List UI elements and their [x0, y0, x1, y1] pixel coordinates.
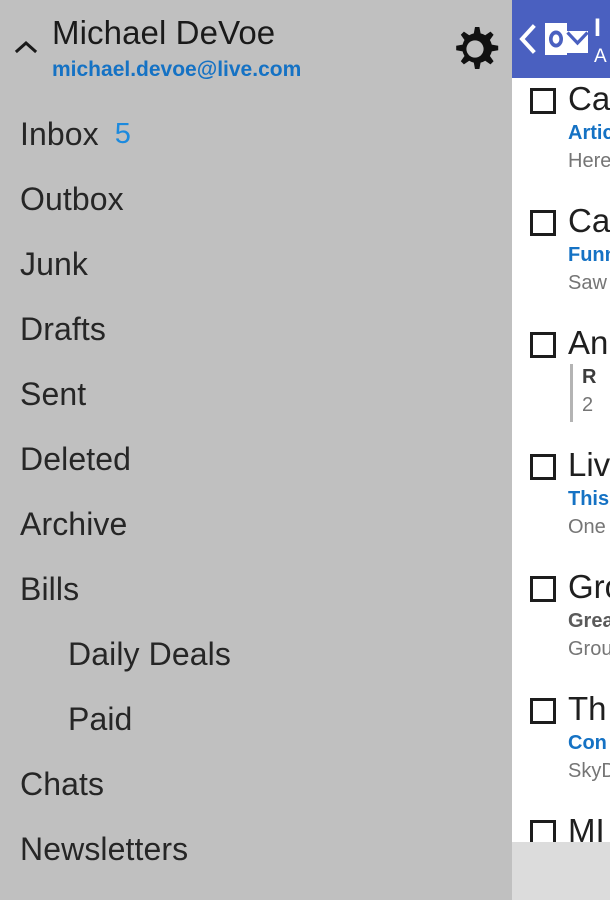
folder-label: Drafts: [20, 311, 106, 347]
list-item[interactable]: Gro Grea Grou: [512, 566, 610, 688]
sidebar-item-bills[interactable]: Bills: [0, 557, 512, 622]
message-subject: This: [568, 488, 610, 510]
message-checkbox[interactable]: [530, 454, 556, 480]
folder-label: Newsletters: [20, 831, 189, 867]
chevron-up-icon[interactable]: [14, 36, 38, 58]
message-preview: Grou: [568, 638, 610, 660]
list-item[interactable]: Liv This One: [512, 444, 610, 566]
message-checkbox[interactable]: [530, 88, 556, 114]
sidebar-item-newsletters[interactable]: Newsletters: [0, 817, 512, 882]
folder-label: Paid: [68, 701, 133, 737]
sidebar-item-junk[interactable]: Junk: [0, 232, 512, 297]
app-screen: Michael DeVoe michael.devoe@live.com Inb…: [0, 0, 610, 900]
folder-label: Deleted: [20, 441, 131, 477]
folder-label: Chats: [20, 766, 105, 802]
list-item[interactable]: Ca Artic Here: [512, 78, 610, 200]
account-header: Michael DeVoe michael.devoe@live.com: [0, 0, 512, 96]
list-item[interactable]: MI: [512, 810, 610, 842]
message-subject: R: [582, 366, 597, 388]
message-list[interactable]: Ca Artic Here Ca Funn Saw An R 2 Liv Th: [512, 78, 610, 842]
folder-list: Inbox 5 Outbox Junk Drafts Sent Deleted …: [0, 102, 512, 882]
unread-count-badge: 5: [114, 118, 131, 150]
pane-subtitle: A: [594, 46, 607, 67]
message-preview: 2: [582, 394, 594, 416]
conversation-thread-bar: [570, 364, 573, 422]
message-subject: Funn: [568, 244, 610, 266]
account-email[interactable]: michael.devoe@live.com: [52, 58, 301, 82]
message-checkbox[interactable]: [530, 210, 556, 236]
sidebar-item-deleted[interactable]: Deleted: [0, 427, 512, 492]
sidebar-item-sent[interactable]: Sent: [0, 362, 512, 427]
list-item[interactable]: Ca Funn Saw: [512, 200, 610, 322]
message-preview: Saw: [568, 272, 607, 294]
message-sender: An: [568, 324, 609, 361]
message-subject: Grea: [568, 610, 610, 632]
outlook-logo-icon: [543, 20, 589, 58]
folder-sidebar: Michael DeVoe michael.devoe@live.com Inb…: [0, 0, 512, 900]
sidebar-item-daily-deals[interactable]: Daily Deals: [0, 622, 512, 687]
folder-label: Daily Deals: [68, 636, 231, 672]
folder-label: Archive: [20, 506, 128, 542]
folder-label: Sent: [20, 376, 87, 412]
pane-title: I: [594, 14, 601, 42]
pane-footer: [512, 842, 610, 900]
message-checkbox[interactable]: [530, 576, 556, 602]
folder-label: Bills: [20, 571, 80, 607]
sidebar-item-outbox[interactable]: Outbox: [0, 167, 512, 232]
list-item[interactable]: An R 2: [512, 322, 610, 444]
folder-label: Junk: [20, 246, 88, 282]
message-list-pane: I A Ca Artic Here Ca Funn Saw An R 2: [512, 0, 610, 900]
message-preview: SkyD: [568, 760, 610, 782]
sidebar-item-drafts[interactable]: Drafts: [0, 297, 512, 362]
sidebar-item-chats[interactable]: Chats: [0, 752, 512, 817]
message-preview: Here: [568, 150, 610, 172]
message-checkbox[interactable]: [530, 820, 556, 842]
message-preview: One: [568, 516, 606, 538]
list-item[interactable]: Th Con SkyD: [512, 688, 610, 810]
message-subject: Artic: [568, 122, 610, 144]
message-sender: Th: [568, 690, 607, 727]
back-chevron-icon[interactable]: [518, 24, 540, 54]
message-sender: Ca: [568, 202, 610, 239]
sidebar-item-archive[interactable]: Archive: [0, 492, 512, 557]
folder-label: Inbox: [20, 116, 99, 152]
message-sender: Ca: [568, 80, 610, 117]
message-checkbox[interactable]: [530, 698, 556, 724]
folder-label: Outbox: [20, 181, 124, 217]
gear-icon[interactable]: [448, 22, 502, 76]
sidebar-item-paid[interactable]: Paid: [0, 687, 512, 752]
pane-header: I A: [512, 0, 610, 78]
message-checkbox[interactable]: [530, 332, 556, 358]
message-sender: Liv: [568, 446, 610, 483]
message-sender: MI: [568, 812, 605, 842]
message-sender: Gro: [568, 568, 610, 605]
account-name: Michael DeVoe: [52, 14, 276, 51]
message-subject: Con: [568, 732, 607, 754]
sidebar-item-inbox[interactable]: Inbox 5: [0, 102, 512, 167]
